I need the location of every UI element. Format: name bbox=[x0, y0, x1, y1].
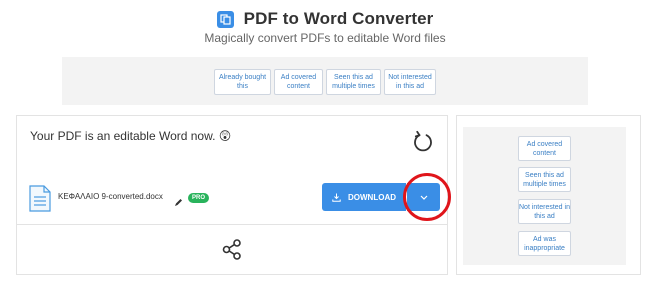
card-divider bbox=[17, 224, 447, 225]
highlight-annotation-circle bbox=[403, 173, 451, 221]
top-ad-area: Already bought this Ad covered content S… bbox=[62, 57, 588, 105]
document-convert-icon bbox=[216, 10, 234, 28]
edit-pencil-icon[interactable] bbox=[174, 194, 183, 206]
pro-badge: PRO bbox=[188, 193, 210, 203]
download-label: DOWNLOAD bbox=[348, 192, 396, 202]
download-icon bbox=[332, 193, 341, 202]
download-button[interactable]: DOWNLOAD bbox=[322, 183, 406, 211]
reload-icon[interactable] bbox=[411, 130, 435, 154]
page-title: PDF to Word Converter bbox=[243, 9, 434, 28]
ad-feedback-seen-multiple[interactable]: Seen this ad multiple times bbox=[326, 69, 381, 95]
ad-feedback-not-interested[interactable]: Not interested in this ad bbox=[384, 69, 436, 95]
side-ad-feedback-inappropriate[interactable]: Ad was inappropriate bbox=[518, 231, 571, 256]
page-subtitle: Magically convert PDFs to editable Word … bbox=[204, 31, 446, 45]
ad-feedback-already-bought[interactable]: Already bought this bbox=[214, 69, 271, 95]
share-icon[interactable] bbox=[222, 239, 242, 260]
file-name: ΚΕΦΑΛΑΙΟ 9-converted.docx bbox=[58, 192, 163, 201]
side-ad-feedback-seen-multiple[interactable]: Seen this ad multiple times bbox=[518, 167, 571, 192]
ad-feedback-covered-content[interactable]: Ad covered content bbox=[274, 69, 323, 95]
side-ad-feedback-not-interested[interactable]: Not interested in this ad bbox=[518, 199, 571, 224]
side-ad-feedback-covered-content[interactable]: Ad covered content bbox=[518, 136, 571, 161]
word-file-icon bbox=[29, 185, 51, 212]
side-ad-area: Ad covered content Seen this ad multiple… bbox=[463, 127, 626, 265]
conversion-status: Your PDF is an editable Word now. 😲 bbox=[30, 129, 232, 143]
header: PDF to Word Converter bbox=[0, 9, 650, 29]
